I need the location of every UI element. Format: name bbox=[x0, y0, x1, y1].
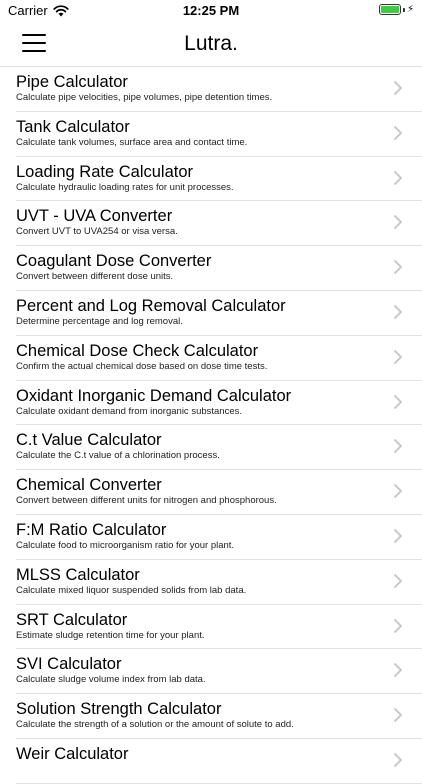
list-item[interactable]: Percent and Log Removal Calculator Determ… bbox=[16, 291, 422, 336]
list-item[interactable]: Coagulant Dose Converter Convert between … bbox=[16, 246, 422, 291]
list-item[interactable]: Chemical Dose Check Calculator Confirm th… bbox=[16, 336, 422, 381]
chevron-right-icon bbox=[394, 81, 402, 95]
list-item-title: Weir Calculator bbox=[16, 744, 129, 763]
list-item[interactable]: UVT - UVA Converter Convert UVT to UVA254… bbox=[16, 201, 422, 247]
list-item-subtitle: Calculate tank volumes, surface area and… bbox=[16, 136, 248, 148]
chevron-right-icon bbox=[394, 260, 402, 275]
app-title: Lutra. bbox=[184, 32, 238, 55]
list-item[interactable]: SRT Calculator Estimate sludge retention … bbox=[16, 605, 422, 650]
list-item-subtitle: Convert between different units for nitr… bbox=[16, 495, 277, 507]
list-item[interactable]: C.t Value Calculator Calculate the C.t va… bbox=[16, 425, 422, 471]
list-item-subtitle: Calculate food to microorganism ratio fo… bbox=[16, 539, 235, 551]
list-item-title: Chemical Dose Check Calculator bbox=[16, 341, 259, 360]
list-item-title: Loading Rate Calculator bbox=[16, 162, 194, 181]
calculator-list: Pipe Calculator Calculate pipe velocities… bbox=[0, 66, 422, 784]
list-item[interactable]: Solution Strength Calculator Calculate th… bbox=[16, 694, 422, 739]
list-item-subtitle: Calculate the strength of a solution or … bbox=[16, 719, 294, 731]
chevron-right-icon bbox=[394, 394, 402, 409]
list-item-subtitle: Calculate oxidant demand from inorganic … bbox=[16, 405, 243, 417]
list-item-subtitle: Convert UVT to UVA254 or visa versa. bbox=[16, 226, 178, 238]
list-item-title: SVI Calculator bbox=[16, 655, 122, 674]
chevron-right-icon bbox=[394, 573, 402, 588]
chevron-right-icon bbox=[394, 125, 402, 140]
battery-indicator: ⚡ bbox=[378, 4, 414, 15]
chevron-right-icon bbox=[394, 663, 402, 678]
list-item-title: SRT Calculator bbox=[16, 610, 128, 629]
list-item-subtitle: Calculate hydraulic loading rates for un… bbox=[16, 181, 234, 193]
status-time: 12:25 PM bbox=[182, 3, 240, 18]
list-item-title: UVT - UVA Converter bbox=[16, 207, 173, 226]
list-item[interactable]: Tank Calculator Calculate tank volumes, s… bbox=[16, 112, 422, 157]
list-item-title: Pipe Calculator bbox=[16, 73, 128, 91]
battery-icon bbox=[378, 4, 401, 15]
list-item-subtitle: Calculate pipe velocities, pipe volumes,… bbox=[16, 92, 273, 103]
list-item-subtitle: Calculate the C.t value of a chlorinatio… bbox=[16, 450, 220, 462]
chevron-right-icon bbox=[394, 708, 402, 723]
chevron-right-icon bbox=[394, 753, 402, 767]
list-item-title: Tank Calculator bbox=[16, 117, 130, 136]
list-item-title: Oxidant Inorganic Demand Calculator bbox=[16, 386, 292, 405]
list-item-title: MLSS Calculator bbox=[16, 565, 140, 584]
status-bar: Carrier 12:25 PM ⚡ bbox=[0, 0, 422, 22]
chevron-right-icon bbox=[394, 349, 402, 364]
chevron-right-icon bbox=[394, 439, 402, 454]
chevron-right-icon bbox=[394, 484, 402, 499]
list-item[interactable]: Weir Calculator bbox=[16, 739, 422, 784]
chevron-right-icon bbox=[394, 170, 402, 185]
list-item-title: Percent and Log Removal Calculator bbox=[16, 296, 286, 315]
chevron-right-icon bbox=[394, 529, 402, 543]
list-item[interactable]: Loading Rate Calculator Calculate hydraul… bbox=[16, 157, 422, 202]
list-item-title: Chemical Converter bbox=[16, 476, 162, 495]
list-item-subtitle: Determine percentage and log removal. bbox=[16, 315, 183, 327]
list-item[interactable]: SVI Calculator Calculate sludge volume in… bbox=[16, 649, 422, 695]
navigation-bar: Lutra. bbox=[0, 22, 422, 64]
list-item-title: Solution Strength Calculator bbox=[16, 700, 222, 719]
list-item-title: Coagulant Dose Converter bbox=[16, 252, 212, 271]
list-item-title: C.t Value Calculator bbox=[16, 431, 162, 450]
list-item-subtitle: Confirm the actual chemical dose based o… bbox=[16, 360, 268, 372]
chevron-right-icon bbox=[394, 618, 402, 633]
list-item-subtitle: Convert between different dose units. bbox=[16, 271, 174, 283]
list-item-subtitle: Calculate sludge volume index from lab d… bbox=[16, 674, 206, 686]
list-item-subtitle: Calculate mixed liquor suspended solids … bbox=[16, 584, 247, 596]
list-item[interactable]: Oxidant Inorganic Demand Calculator Calcu… bbox=[16, 381, 422, 426]
list-item-title: F:M Ratio Calculator bbox=[16, 520, 167, 539]
charging-bolt-icon: ⚡ bbox=[406, 4, 414, 15]
list-item[interactable]: Pipe Calculator Calculate pipe velocities… bbox=[16, 67, 422, 112]
list-item-subtitle: Estimate sludge retention time for your … bbox=[16, 629, 205, 641]
list-item[interactable]: Chemical Converter Convert between differ… bbox=[16, 470, 422, 515]
list-item[interactable]: F:M Ratio Calculator Calculate food to mi… bbox=[16, 515, 422, 560]
chevron-right-icon bbox=[394, 305, 402, 319]
chevron-right-icon bbox=[394, 215, 402, 230]
list-item[interactable]: MLSS Calculator Calculate mixed liquor su… bbox=[16, 560, 422, 605]
